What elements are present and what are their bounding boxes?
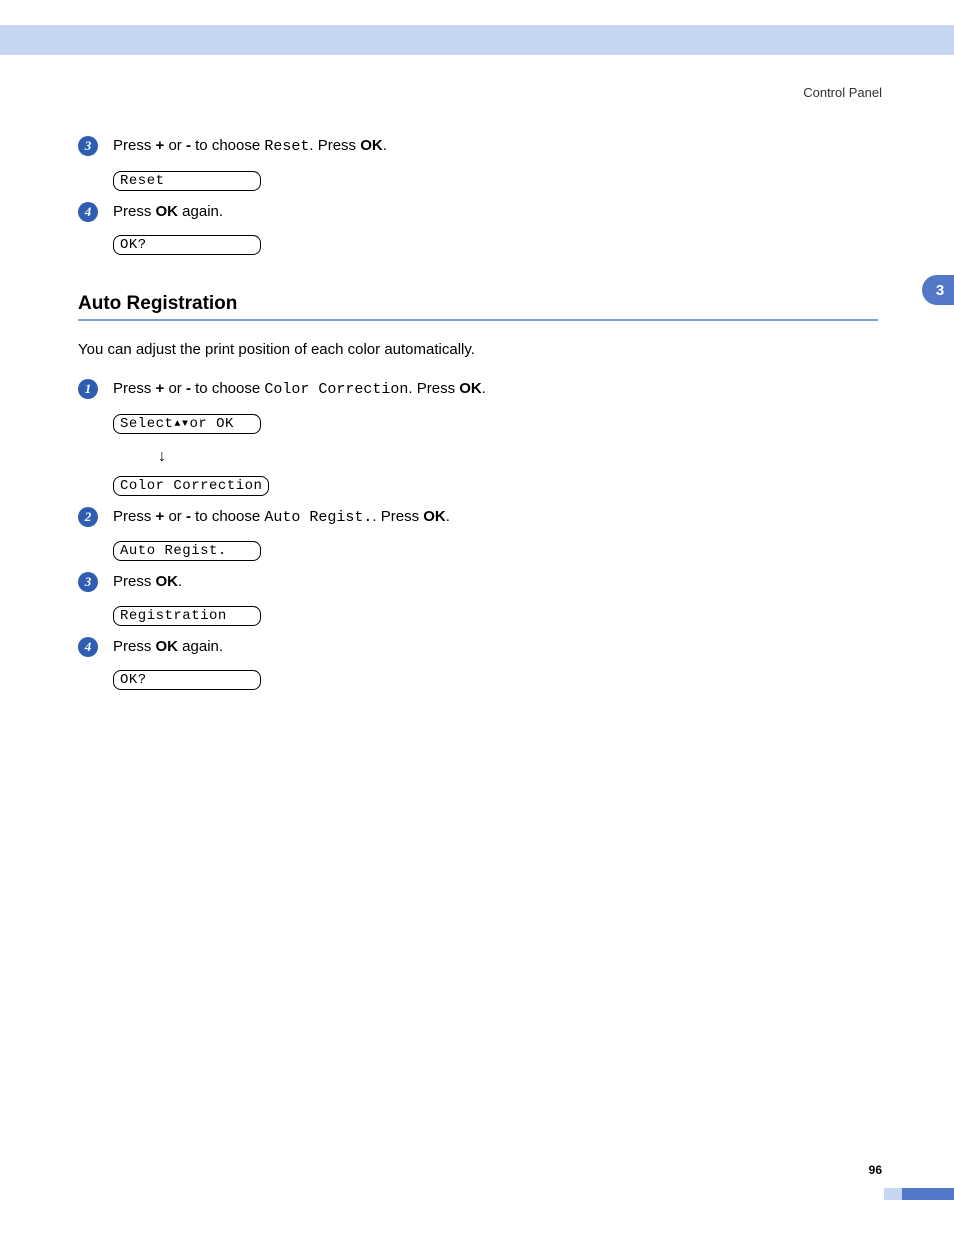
- footer-accent: [902, 1188, 954, 1200]
- step-row: 4 Press OK again.: [78, 636, 878, 659]
- text: Press: [113, 638, 156, 655]
- text: again.: [178, 638, 223, 655]
- footer-accent-light: [884, 1188, 902, 1200]
- arrow-down-icon: ↓: [158, 446, 878, 468]
- text: .: [383, 137, 387, 154]
- lcd-display-select: Select ▲▼ or OK: [113, 414, 261, 434]
- top-accent-bar: [0, 25, 954, 55]
- step-badge-4: 4: [78, 202, 98, 222]
- page-header-title: Control Panel: [803, 85, 882, 100]
- key-ok: OK: [459, 380, 482, 397]
- text: Press: [413, 380, 460, 397]
- text: to choose: [191, 380, 264, 397]
- key-ok: OK: [423, 508, 446, 525]
- lcd-display-auto-regist: Auto Regist.: [113, 541, 261, 561]
- key-plus: +: [156, 137, 165, 154]
- text: .: [482, 380, 486, 397]
- lcd-display-ok-confirm: OK?: [113, 670, 261, 690]
- lcd-display-registration: Registration: [113, 606, 261, 626]
- step-row: 2 Press + or - to choose Auto Regist.. P…: [78, 506, 878, 530]
- menu-option-color-correction: Color Correction: [264, 381, 408, 398]
- step-badge-4: 4: [78, 637, 98, 657]
- triangle-up-icon: ▲: [174, 416, 181, 433]
- triangle-down-icon: ▼: [182, 416, 189, 433]
- section-divider: [78, 319, 878, 321]
- text: again.: [178, 203, 223, 220]
- key-ok: OK: [156, 573, 179, 590]
- lcd-display-ok-confirm: OK?: [113, 235, 261, 255]
- chapter-tab: 3: [922, 275, 954, 305]
- lcd-display-reset: Reset: [113, 171, 261, 191]
- step-row: 3 Press + or - to choose Reset. Press OK…: [78, 135, 878, 159]
- lcd-text: Select: [120, 416, 173, 433]
- step-text: Press OK.: [113, 571, 182, 594]
- text: or: [164, 137, 186, 154]
- text: Press: [113, 573, 156, 590]
- text: to choose: [191, 137, 264, 154]
- text: Press: [113, 508, 156, 525]
- step-row: 3 Press OK.: [78, 571, 878, 594]
- step-badge-1: 1: [78, 379, 98, 399]
- text: Press: [113, 203, 156, 220]
- step-text: Press + or - to choose Auto Regist.. Pre…: [113, 506, 450, 530]
- step-text: Press + or - to choose Reset. Press OK.: [113, 135, 387, 159]
- lcd-display-color-correction: Color Correction: [113, 476, 269, 496]
- step-badge-2: 2: [78, 507, 98, 527]
- step-row: 4 Press OK again.: [78, 201, 878, 224]
- section-intro-text: You can adjust the print position of eac…: [78, 341, 878, 358]
- text: .: [446, 508, 450, 525]
- menu-option-reset: Reset: [264, 138, 309, 155]
- step-badge-3: 3: [78, 572, 98, 592]
- text: or: [164, 508, 186, 525]
- key-plus: +: [156, 508, 165, 525]
- page-number: 96: [869, 1163, 882, 1177]
- step-text: Press + or - to choose Color Correction.…: [113, 378, 486, 402]
- step-row: 1 Press + or - to choose Color Correctio…: [78, 378, 878, 402]
- step-text: Press OK again.: [113, 636, 223, 659]
- lcd-text: or OK: [189, 416, 234, 433]
- text: Press: [377, 508, 424, 525]
- page-content: 3 Press + or - to choose Reset. Press OK…: [78, 135, 878, 700]
- text: Press: [314, 137, 361, 154]
- section-heading-auto-registration: Auto Registration: [78, 293, 878, 315]
- key-ok: OK: [360, 137, 383, 154]
- text: Press: [113, 380, 156, 397]
- step-badge-3: 3: [78, 136, 98, 156]
- menu-option-auto-regist: Auto Regist.: [264, 509, 372, 526]
- step-text: Press OK again.: [113, 201, 223, 224]
- text: Press: [113, 137, 156, 154]
- key-ok: OK: [156, 203, 179, 220]
- text: or: [164, 380, 186, 397]
- text: .: [178, 573, 182, 590]
- key-ok: OK: [156, 638, 179, 655]
- key-plus: +: [156, 380, 165, 397]
- text: to choose: [191, 508, 264, 525]
